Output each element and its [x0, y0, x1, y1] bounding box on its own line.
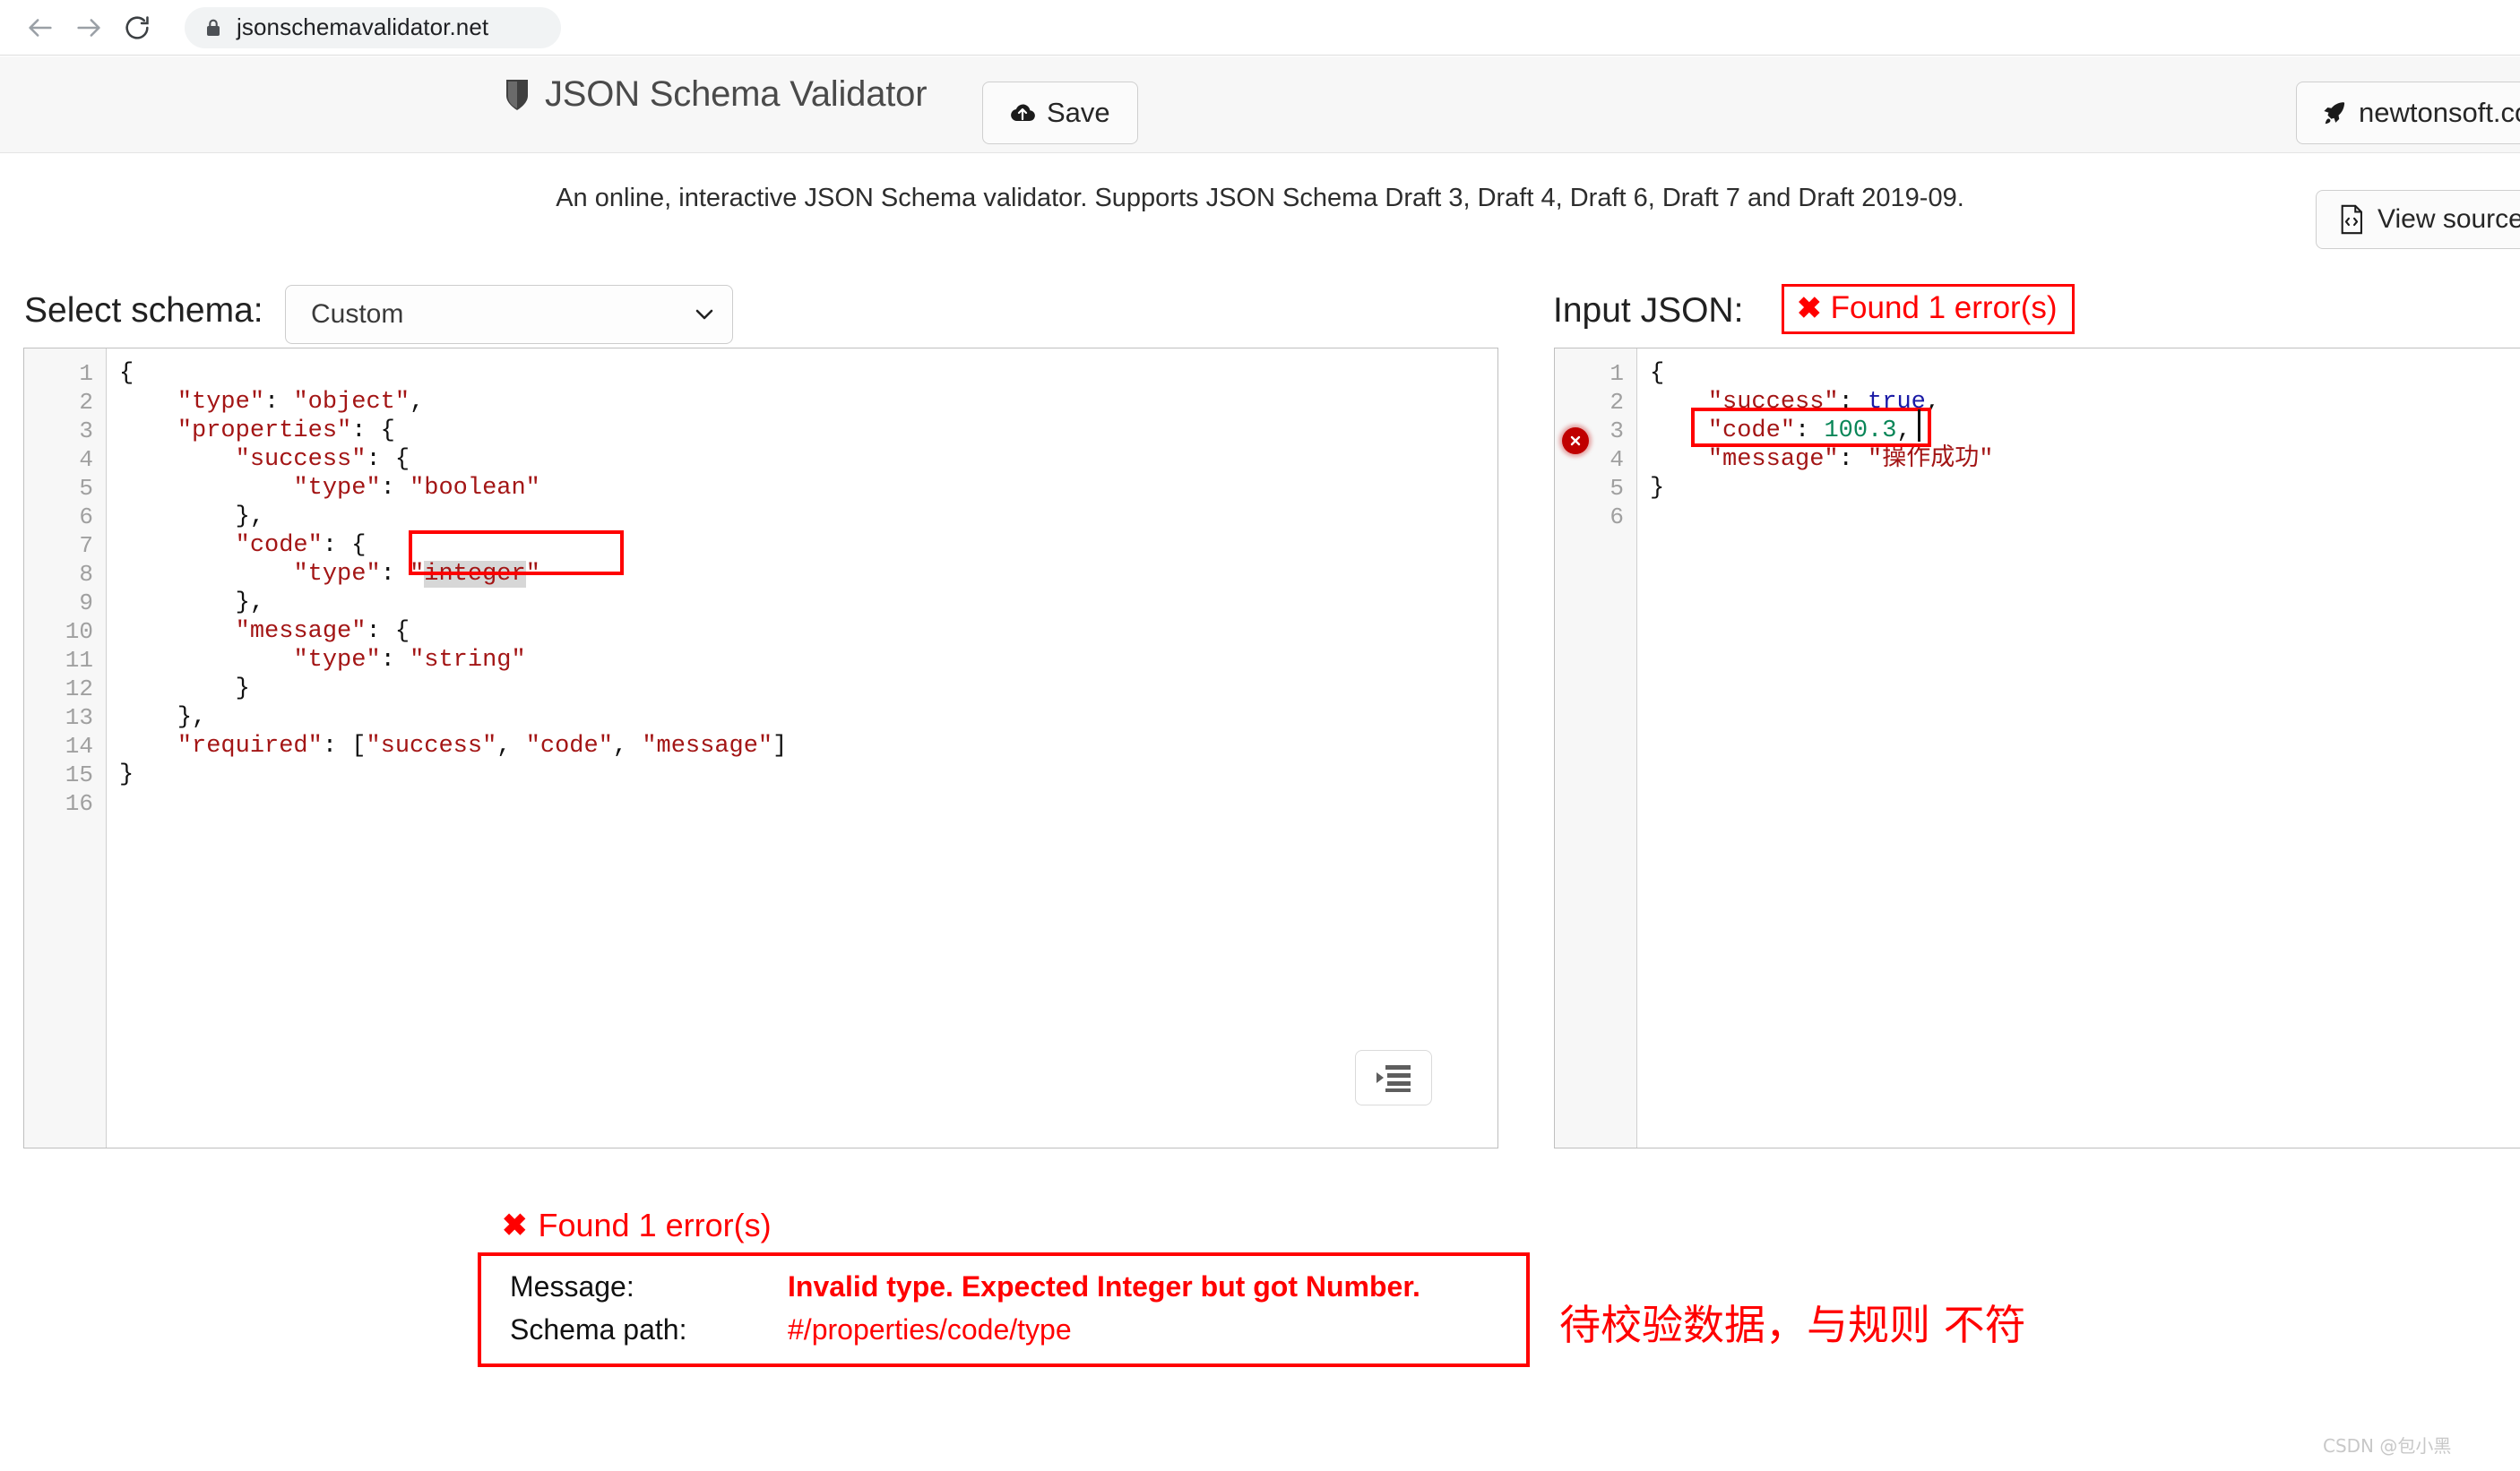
error-schema-path-label: Schema path: — [510, 1313, 687, 1346]
rocket-icon — [2320, 99, 2347, 126]
line-number: 10 — [65, 618, 93, 645]
line-number: 15 — [65, 761, 93, 788]
lock-icon — [204, 16, 224, 39]
schema-editor-gutter: 1 2 3 4 5 6 7 8 9 10 11 12 13 14 15 16 — [24, 348, 107, 1148]
error-message-row: Message: Invalid type. Expected Integer … — [510, 1270, 1526, 1313]
cloud-upload-icon — [1010, 101, 1035, 125]
code-line: "message": { — [235, 618, 410, 645]
line-number: 4 — [79, 446, 93, 473]
error-x-icon: ✖ — [502, 1209, 528, 1243]
line-number: 12 — [65, 675, 93, 702]
code-line: "type": "object", — [177, 389, 425, 416]
error-schema-path-value: #/properties/code/type — [788, 1313, 1072, 1346]
site-tagline: An online, interactive JSON Schema valid… — [556, 184, 1964, 212]
code-line: } — [119, 761, 134, 788]
input-editor-gutter: 1 2 3 4 5 6 — [1555, 348, 1637, 1148]
annotation-note: 待校验数据，与规则 不符 — [1559, 1301, 2026, 1349]
browser-reload-button[interactable] — [113, 4, 161, 52]
code-line: "success": { — [235, 446, 410, 473]
line-number: 6 — [1610, 503, 1624, 530]
arrow-right-icon — [73, 13, 104, 43]
error-circle-icon[interactable] — [1562, 427, 1589, 454]
view-source-code-label: View source code — [2378, 204, 2520, 234]
line-number: 8 — [79, 561, 93, 588]
input-json-editor[interactable]: 1 2 3 4 5 6 { "success": true, "code": 1… — [1554, 348, 2520, 1148]
error-message-label: Message: — [510, 1270, 634, 1303]
browser-chrome: jsonschemavalidator.net — [0, 0, 2520, 56]
line-number: 3 — [79, 417, 93, 444]
text-caret — [1918, 409, 1920, 442]
select-schema-label: Select schema: — [24, 291, 263, 330]
save-button-label: Save — [1047, 97, 1110, 128]
error-schema-path-row: Schema path: #/properties/code/type — [510, 1313, 1526, 1356]
error-badge-top: ✖ Found 1 error(s) — [1782, 284, 2075, 334]
newtonsoft-link-label: newtonsoft.com — [2359, 97, 2520, 128]
input-json-label: Input JSON: — [1553, 291, 1744, 330]
line-number: 1 — [1610, 360, 1624, 387]
error-badge-bottom-text: Found 1 error(s) — [538, 1207, 772, 1243]
input-code-area[interactable]: { "success": true, "code": 100.3, "messa… — [1637, 348, 2520, 1148]
page-title: JSON Schema Validator — [545, 74, 928, 114]
line-number: 9 — [79, 589, 93, 616]
code-line: "type": "boolean" — [293, 475, 540, 502]
line-number: 2 — [79, 389, 93, 416]
code-line: "type": "integer" — [293, 561, 540, 588]
code-line: { — [1650, 360, 1665, 387]
code-line: { — [119, 360, 134, 387]
format-json-button[interactable] — [1355, 1050, 1432, 1105]
code-line: } — [235, 675, 250, 702]
line-number: 5 — [79, 475, 93, 502]
code-line: "properties": { — [177, 417, 395, 444]
brand: JSON Schema Validator — [504, 74, 928, 115]
code-line: }, — [235, 589, 265, 616]
line-number: 13 — [65, 704, 93, 731]
line-number: 6 — [79, 503, 93, 530]
site-header: JSON Schema Validator Save newtonsoft.co… — [0, 56, 2520, 153]
schema-editor[interactable]: 1 2 3 4 5 6 7 8 9 10 11 12 13 14 15 16 {… — [23, 348, 1498, 1148]
indent-format-icon — [1375, 1063, 1412, 1092]
address-bar[interactable]: jsonschemavalidator.net — [185, 6, 561, 48]
error-message-value: Invalid type. Expected Integer but got N… — [788, 1270, 1420, 1303]
code-line: "code": { — [235, 532, 367, 559]
address-bar-url: jsonschemavalidator.net — [237, 13, 489, 40]
code-line: "required": ["success", "code", "message… — [177, 733, 788, 760]
browser-back-button[interactable] — [16, 4, 65, 52]
line-number: 16 — [65, 790, 93, 817]
code-line: "code": 100.3, — [1707, 417, 1912, 444]
schema-code-area[interactable]: { "type": "object", "properties": { "suc… — [107, 348, 1497, 1148]
shield-icon — [504, 78, 531, 112]
code-line: } — [1650, 475, 1665, 502]
save-button[interactable]: Save — [982, 82, 1138, 144]
error-detail-box: Message: Invalid type. Expected Integer … — [478, 1252, 1530, 1367]
line-number: 5 — [1610, 475, 1624, 502]
arrow-left-icon — [25, 13, 56, 43]
line-number: 7 — [79, 532, 93, 559]
error-badge-top-text: Found 1 error(s) — [1830, 290, 2058, 325]
browser-forward-button[interactable] — [65, 4, 113, 52]
chevron-down-icon — [695, 307, 714, 322]
code-line: "success": true, — [1707, 389, 1941, 416]
line-number: 1 — [79, 360, 93, 387]
code-line: }, — [177, 704, 207, 731]
code-line: "message": "操作成功" — [1707, 446, 1994, 473]
code-file-icon — [2338, 204, 2365, 235]
watermark: CSDN @包小黑 — [2323, 1435, 2452, 1457]
code-line: "type": "string" — [293, 647, 526, 674]
line-number: 11 — [65, 647, 93, 674]
error-badge-bottom: ✖ Found 1 error(s) — [502, 1209, 772, 1242]
schema-select-value: Custom — [311, 299, 404, 329]
error-x-icon: ✖ — [1797, 291, 1822, 324]
code-line: }, — [235, 503, 265, 530]
line-number: 2 — [1610, 389, 1624, 416]
schema-select-dropdown[interactable]: Custom — [285, 285, 733, 344]
newtonsoft-link-button[interactable]: newtonsoft.com — [2296, 82, 2520, 144]
line-number: 14 — [65, 733, 93, 760]
reload-icon — [123, 13, 151, 42]
view-source-code-button[interactable]: View source code — [2316, 190, 2520, 249]
